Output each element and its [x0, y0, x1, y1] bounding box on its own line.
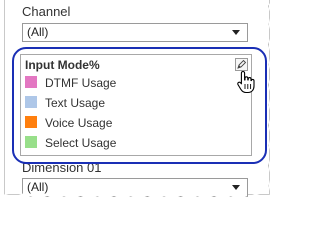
chevron-down-icon[interactable] — [232, 185, 240, 190]
chevron-down-icon[interactable] — [232, 30, 240, 35]
channel-selected-value: (All) — [27, 25, 49, 39]
filter-panel: Channel (All) Input Mode% DTMF Usage Tex… — [0, 0, 278, 202]
channel-label: Channel — [22, 4, 71, 19]
highlight-outline — [12, 47, 267, 164]
dimension-selected-value: (All) — [27, 180, 49, 194]
channel-dropdown[interactable]: (All) — [22, 23, 248, 42]
